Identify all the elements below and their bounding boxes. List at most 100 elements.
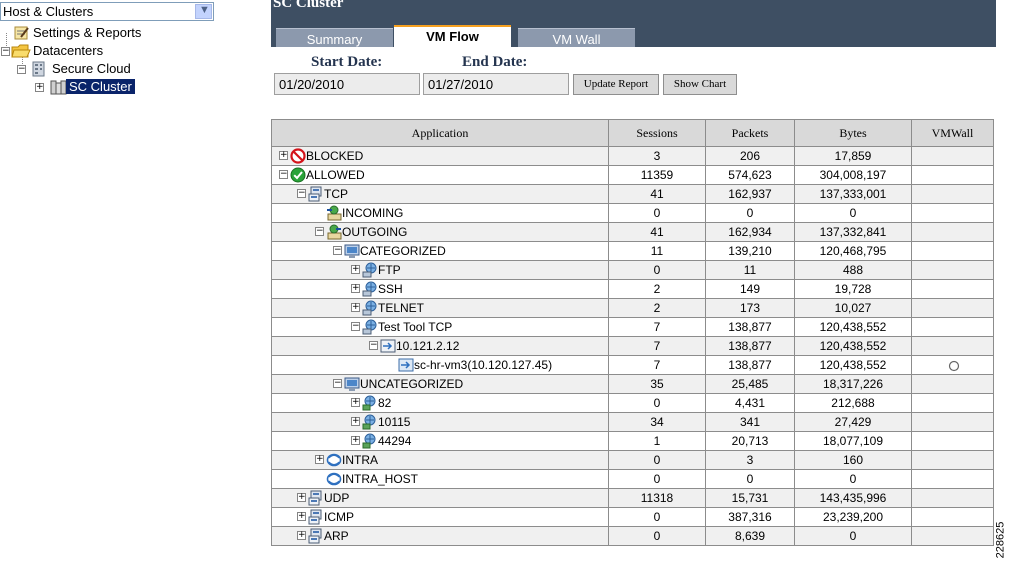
column-header-bytes[interactable]: Bytes bbox=[794, 119, 912, 147]
table-row[interactable]: + ARP 0 8,639 0 bbox=[271, 526, 994, 546]
application-cell[interactable]: +10115 bbox=[271, 412, 609, 432]
application-cell[interactable]: − ALLOWED bbox=[271, 165, 609, 185]
collapse-icon[interactable]: − bbox=[297, 189, 306, 198]
column-header-vmwall[interactable]: VMWall bbox=[911, 119, 994, 147]
table-row[interactable]: + INTRA 0 3 160 bbox=[271, 450, 994, 470]
tab-vm-flow[interactable]: VM Flow bbox=[394, 25, 511, 47]
expand-icon[interactable]: + bbox=[351, 284, 360, 293]
start-date-label: Start Date: bbox=[311, 54, 383, 70]
collapse-icon[interactable]: − bbox=[279, 170, 288, 179]
vmwall-cell bbox=[911, 260, 994, 280]
vmwall-radio[interactable] bbox=[948, 360, 960, 372]
table-row[interactable]: − TCP 41 162,937 137,333,001 bbox=[271, 184, 994, 204]
application-cell[interactable]: + INTRA bbox=[271, 450, 609, 470]
protocol-icon bbox=[308, 490, 322, 506]
bytes-cell: 160 bbox=[794, 450, 912, 470]
chevron-down-icon[interactable]: ▼ bbox=[195, 4, 212, 19]
column-header-packets[interactable]: Packets bbox=[705, 119, 795, 147]
table-row[interactable]: INTRA_HOST 0 0 0 bbox=[271, 469, 994, 489]
table-row[interactable]: sc-hr-vm3(10.120.127.45) 7 138,877 120,438,… bbox=[271, 355, 994, 375]
table-row[interactable]: − 10.121.2.12 7 138,877 120,438,552 bbox=[271, 336, 994, 356]
sessions-cell: 41 bbox=[608, 184, 706, 204]
application-cell[interactable]: + BLOCKED bbox=[271, 146, 609, 166]
collapse-icon[interactable]: − bbox=[333, 379, 342, 388]
packets-cell: 138,877 bbox=[705, 336, 795, 356]
application-cell[interactable]: + TELNET bbox=[271, 298, 609, 318]
application-cell[interactable]: sc-hr-vm3(10.120.127.45) bbox=[271, 355, 609, 375]
table-row[interactable]: − Test Tool TCP 7 138,877 120,438,552 bbox=[271, 317, 994, 337]
table-row[interactable]: +82 0 4,431 212,688 bbox=[271, 393, 994, 413]
tree-item-label: Datacenters bbox=[33, 43, 104, 58]
tab-summary[interactable]: Summary bbox=[276, 28, 393, 47]
tab-vm-wall[interactable]: VM Wall bbox=[518, 28, 635, 47]
application-cell[interactable]: − 10.121.2.12 bbox=[271, 336, 609, 356]
expand-icon[interactable]: + bbox=[351, 265, 360, 274]
sessions-cell: 3 bbox=[608, 146, 706, 166]
application-cell[interactable]: +82 bbox=[271, 393, 609, 413]
table-row[interactable]: + UDP 11318 15,731 143,435,996 bbox=[271, 488, 994, 508]
application-cell[interactable]: − OUTGOING bbox=[271, 222, 609, 242]
start-date-field[interactable]: 01/20/2010 bbox=[274, 73, 420, 95]
application-cell[interactable]: − CATEGORIZED bbox=[271, 241, 609, 261]
service-icon bbox=[362, 281, 377, 297]
table-row[interactable]: − ALLOWED 11359 574,623 304,008,197 bbox=[271, 165, 994, 185]
column-header-sessions[interactable]: Sessions bbox=[608, 119, 706, 147]
collapse-icon[interactable]: − bbox=[1, 47, 10, 56]
expand-icon[interactable]: + bbox=[315, 455, 324, 464]
table-row[interactable]: INCOMING 0 0 0 bbox=[271, 203, 994, 223]
table-row[interactable]: +10115 34 341 27,429 bbox=[271, 412, 994, 432]
table-row[interactable]: + FTP 0 11 488 bbox=[271, 260, 994, 280]
end-date-field[interactable]: 01/27/2010 bbox=[423, 73, 569, 95]
expand-icon[interactable]: + bbox=[297, 531, 306, 540]
column-header-application[interactable]: Application bbox=[271, 119, 609, 147]
tree-item-sc-cluster[interactable]: + SC Cluster bbox=[0, 78, 260, 96]
tree-item-settings-reports[interactable]: Settings & Reports bbox=[0, 24, 260, 42]
table-row[interactable]: − UNCATEGORIZED 35 25,485 18,317,226 bbox=[271, 374, 994, 394]
expand-icon[interactable]: + bbox=[35, 83, 44, 92]
application-cell[interactable]: − UNCATEGORIZED bbox=[271, 374, 609, 394]
collapse-icon[interactable]: − bbox=[369, 341, 378, 350]
expand-icon[interactable]: + bbox=[279, 151, 288, 160]
table-row[interactable]: + ICMP 0 387,316 23,239,200 bbox=[271, 507, 994, 527]
expand-icon[interactable]: + bbox=[351, 303, 360, 312]
packets-cell: 387,316 bbox=[705, 507, 795, 527]
application-cell[interactable]: + FTP bbox=[271, 260, 609, 280]
application-cell[interactable]: +44294 bbox=[271, 431, 609, 451]
application-cell[interactable]: + ARP bbox=[271, 526, 609, 546]
bytes-cell: 0 bbox=[794, 526, 912, 546]
table-row[interactable]: − CATEGORIZED 11 139,210 120,468,795 bbox=[271, 241, 994, 261]
unknown-service-icon bbox=[362, 414, 376, 430]
sessions-cell: 0 bbox=[608, 507, 706, 527]
packets-cell: 206 bbox=[705, 146, 795, 166]
table-row[interactable]: − OUTGOING 41 162,934 137,332,841 bbox=[271, 222, 994, 242]
table-row[interactable]: + SSH 2 149 19,728 bbox=[271, 279, 994, 299]
sessions-cell: 0 bbox=[608, 203, 706, 223]
expand-icon[interactable]: + bbox=[351, 436, 360, 445]
collapse-icon[interactable]: − bbox=[17, 65, 26, 74]
view-selector[interactable]: Host & Clusters ▼ bbox=[0, 2, 214, 21]
tree-item-secure-cloud[interactable]: − Secure Cloud bbox=[0, 60, 260, 78]
table-row[interactable]: +44294 1 20,713 18,077,109 bbox=[271, 431, 994, 451]
tree-item-datacenters[interactable]: − Datacenters bbox=[0, 42, 260, 60]
expand-icon[interactable]: + bbox=[351, 398, 360, 407]
expand-icon[interactable]: + bbox=[297, 493, 306, 502]
application-cell[interactable]: + SSH bbox=[271, 279, 609, 299]
application-cell[interactable]: − Test Tool TCP bbox=[271, 317, 609, 337]
collapse-icon[interactable]: − bbox=[351, 322, 360, 331]
table-row[interactable]: + BLOCKED 3 206 17,859 bbox=[271, 146, 994, 166]
application-cell[interactable]: + UDP bbox=[271, 488, 609, 508]
application-cell[interactable]: + ICMP bbox=[271, 507, 609, 527]
update-report-button[interactable]: Update Report bbox=[573, 74, 659, 95]
bytes-cell: 143,435,996 bbox=[794, 488, 912, 508]
expand-icon[interactable]: + bbox=[351, 417, 360, 426]
application-cell[interactable]: − TCP bbox=[271, 184, 609, 204]
application-cell[interactable]: INTRA_HOST bbox=[271, 469, 609, 489]
show-chart-button[interactable]: Show Chart bbox=[663, 74, 737, 95]
datacenter-icon bbox=[32, 61, 45, 77]
collapse-icon[interactable]: − bbox=[333, 246, 342, 255]
sessions-cell: 34 bbox=[608, 412, 706, 432]
expand-icon[interactable]: + bbox=[297, 512, 306, 521]
application-cell[interactable]: INCOMING bbox=[271, 203, 609, 223]
collapse-icon[interactable]: − bbox=[315, 227, 324, 236]
table-row[interactable]: + TELNET 2 173 10,027 bbox=[271, 298, 994, 318]
